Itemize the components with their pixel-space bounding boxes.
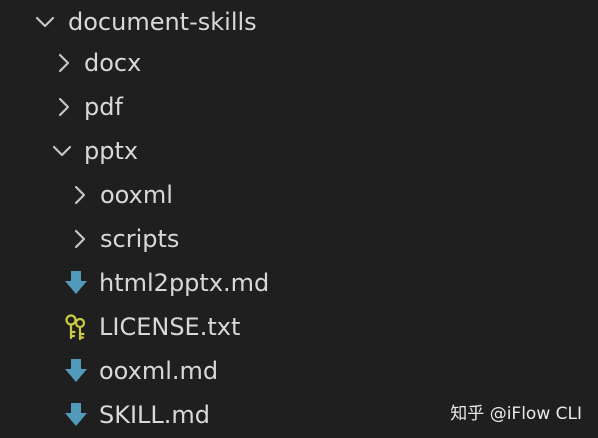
- tree-item-pdf[interactable]: pdf: [0, 85, 598, 129]
- chevron-right-icon[interactable]: [52, 95, 76, 119]
- markdown-download-icon: [62, 357, 90, 385]
- tree-item-label: LICENSE.txt: [99, 313, 241, 341]
- watermark: 知乎 @iFlow CLI: [450, 404, 582, 424]
- tree-item-label: scripts: [100, 225, 180, 253]
- tree-item-html2pptx-md[interactable]: html2pptx.md: [0, 261, 598, 305]
- tree-item-label: ooxml: [100, 181, 173, 209]
- tree-item-document-skills[interactable]: document-skills: [0, 0, 598, 44]
- tree-item-label: pdf: [84, 93, 123, 121]
- tree-item-pptx[interactable]: pptx: [0, 129, 598, 173]
- tree-item-ooxml[interactable]: ooxml: [0, 173, 598, 217]
- chevron-right-icon[interactable]: [68, 183, 92, 207]
- chevron-down-icon[interactable]: [33, 10, 57, 34]
- tree-item-label: pptx: [84, 137, 139, 165]
- tree-item-docx[interactable]: docx: [0, 41, 598, 85]
- markdown-download-icon: [62, 269, 90, 297]
- tree-item-label: document-skills: [68, 8, 257, 36]
- file-explorer-tree: document-skills docx pdf pptx ooxml scri…: [0, 0, 598, 438]
- tree-item-scripts[interactable]: scripts: [0, 217, 598, 261]
- tree-item-label: ooxml.md: [99, 357, 219, 385]
- chevron-right-icon[interactable]: [68, 227, 92, 251]
- tree-item-label: SKILL.md: [99, 401, 211, 429]
- tree-item-label: html2pptx.md: [99, 269, 270, 297]
- chevron-down-icon[interactable]: [50, 139, 74, 163]
- tree-item-license-txt[interactable]: LICENSE.txt: [0, 305, 598, 349]
- chevron-right-icon[interactable]: [52, 51, 76, 75]
- tree-item-label: docx: [84, 49, 142, 77]
- markdown-download-icon: [62, 401, 90, 429]
- license-key-icon: [62, 313, 90, 341]
- tree-item-ooxml-md[interactable]: ooxml.md: [0, 349, 598, 393]
